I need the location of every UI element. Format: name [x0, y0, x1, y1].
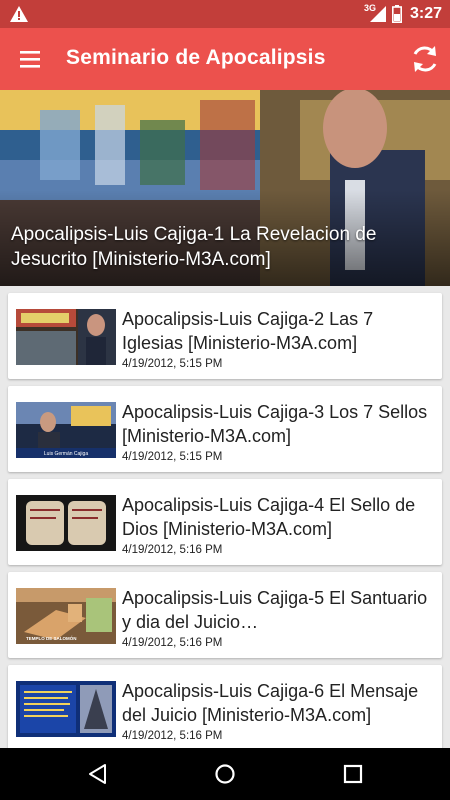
app-bar: Seminario de Apocalipsis: [0, 28, 450, 90]
featured-video[interactable]: Apocalipsis-Luis Cajiga-1 La Revelacion …: [0, 90, 450, 286]
recents-icon[interactable]: [341, 762, 365, 786]
app-title: Seminario de Apocalipsis: [66, 46, 326, 69]
status-bar: 3G 3:27: [0, 0, 450, 28]
warning-icon: [10, 6, 28, 22]
video-date: 4/19/2012, 5:16 PM: [122, 544, 223, 556]
video-title: Apocalipsis-Luis Cajiga-3 Los 7 Sellos […: [122, 402, 428, 446]
thumbnail-caption: Luis Germán Cajiga: [44, 451, 88, 457]
signal-icon: [370, 6, 386, 22]
video-title: Apocalipsis-Luis Cajiga-2 Las 7 Iglesias…: [122, 309, 374, 353]
list-item[interactable]: Apocalipsis-Luis Cajiga-2 Las 7 Iglesias…: [8, 293, 442, 379]
clock: 3:27: [410, 5, 443, 22]
list-item[interactable]: Luis Germán Cajiga Apocalipsis-Luis Caji…: [8, 386, 442, 472]
video-thumbnail: TEMPLO DE SALOMÓN: [16, 588, 116, 644]
battery-icon: [392, 5, 402, 23]
video-thumbnail: [16, 681, 116, 737]
video-thumbnail: Luis Germán Cajiga: [16, 402, 116, 458]
list-item[interactable]: Apocalipsis-Luis Cajiga-6 El Mensaje del…: [8, 665, 442, 748]
video-thumbnail: [16, 309, 116, 365]
video-date: 4/19/2012, 5:15 PM: [122, 451, 223, 463]
video-date: 4/19/2012, 5:16 PM: [122, 637, 223, 649]
video-title: Apocalipsis-Luis Cajiga-6 El Mensaje del…: [122, 681, 419, 725]
refresh-icon[interactable]: [408, 42, 442, 76]
list-item[interactable]: TEMPLO DE SALOMÓN Apocalipsis-Luis Cajig…: [8, 572, 442, 658]
video-title: Apocalipsis-Luis Cajiga-4 El Sello de Di…: [122, 495, 416, 539]
video-thumbnail: [16, 495, 116, 551]
thumbnail-caption: TEMPLO DE SALOMÓN: [26, 634, 77, 641]
navigation-bar: [0, 748, 450, 800]
featured-title: Apocalipsis-Luis Cajiga-1 La Revelacion …: [11, 224, 377, 270]
video-date: 4/19/2012, 5:15 PM: [122, 358, 223, 370]
list-item[interactable]: Apocalipsis-Luis Cajiga-4 El Sello de Di…: [8, 479, 442, 565]
back-icon[interactable]: [86, 762, 110, 786]
video-title: Apocalipsis-Luis Cajiga-5 El Santuario y…: [122, 588, 428, 632]
video-list: Apocalipsis-Luis Cajiga-2 Las 7 Iglesias…: [0, 286, 450, 748]
video-date: 4/19/2012, 5:16 PM: [122, 730, 223, 742]
menu-icon[interactable]: [14, 43, 46, 75]
home-icon[interactable]: [213, 762, 237, 786]
